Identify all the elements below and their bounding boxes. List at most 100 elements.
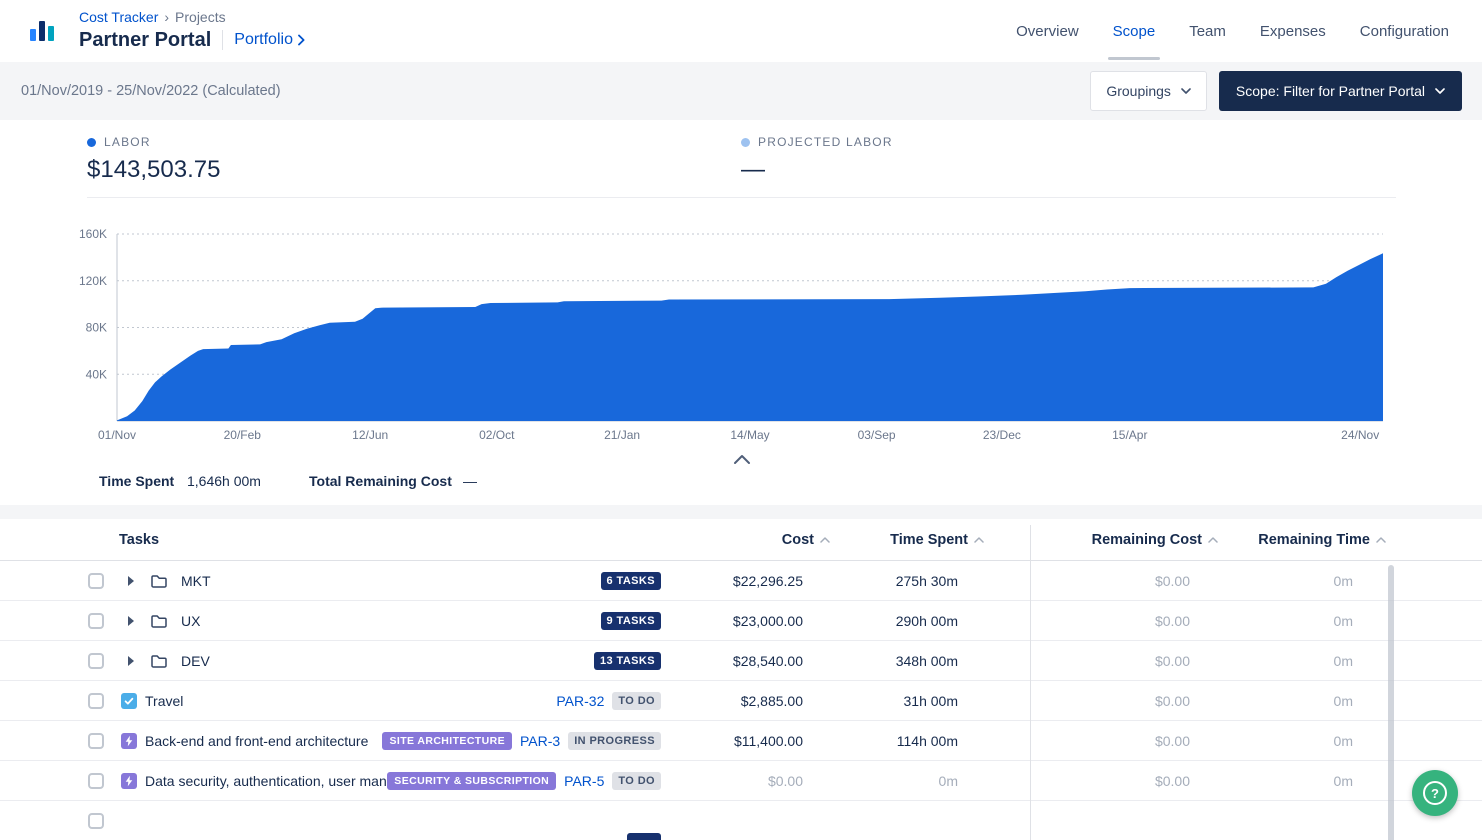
svg-text:01/Nov: 01/Nov — [98, 428, 136, 442]
table-row[interactable]: UX 9 TASKS $23,000.00 290h 00m $0.00 0m — [0, 601, 1482, 641]
total-remaining-cost-label: Total Remaining Cost — [309, 473, 452, 489]
svg-text:160K: 160K — [79, 227, 107, 241]
svg-text:12/Jun: 12/Jun — [352, 428, 388, 442]
remaining-cost-cell: $0.00 — [1155, 653, 1190, 669]
svg-text:14/May: 14/May — [730, 428, 769, 442]
time-spent-cell: 0m — [939, 773, 958, 789]
row-checkbox[interactable] — [88, 613, 104, 629]
task-name[interactable]: Travel — [145, 693, 183, 709]
nav-tab-team[interactable]: Team — [1189, 0, 1226, 62]
svg-text:02/Oct: 02/Oct — [479, 428, 515, 442]
time-spent-cell: 290h 00m — [896, 613, 958, 629]
cost-cell: $28,540.00 — [733, 653, 803, 669]
column-header-remaining-time[interactable]: Remaining Time — [1258, 532, 1386, 548]
column-divider — [1030, 525, 1031, 840]
scope-filter-button[interactable]: Scope: Filter for Partner Portal — [1219, 71, 1462, 111]
folder-icon — [150, 613, 168, 629]
expand-caret-icon[interactable] — [128, 656, 134, 666]
task-name[interactable]: Back-end and front-end architecture — [145, 733, 368, 749]
svg-text:120K: 120K — [79, 274, 107, 288]
nav-tab-expenses[interactable]: Expenses — [1260, 0, 1326, 62]
table-row[interactable]: DEV 13 TASKS $28,540.00 348h 00m $0.00 0… — [0, 641, 1482, 681]
legend-labor[interactable]: LABOR $143,503.75 — [87, 135, 220, 184]
remaining-time-cell: 0m — [1334, 693, 1353, 709]
page-title: Partner Portal — [79, 28, 211, 52]
projected-labor-legend-label: PROJECTED LABOR — [758, 135, 893, 149]
svg-text:21/Jan: 21/Jan — [604, 428, 640, 442]
time-spent-cell: 275h 30m — [896, 573, 958, 589]
cost-area-chart[interactable]: 40K80K120K160K01/Nov20/Feb12/Jun02/Oct21… — [0, 220, 1482, 450]
help-button[interactable]: ? — [1412, 770, 1458, 816]
groupings-button[interactable]: Groupings — [1090, 71, 1207, 111]
remaining-cost-cell: $0.00 — [1155, 613, 1190, 629]
sort-caret-icon — [820, 537, 830, 543]
svg-text:15/Apr: 15/Apr — [1112, 428, 1147, 442]
table-row[interactable]: Travel PAR-32 TO DO $2,885.00 31h 00m $0… — [0, 681, 1482, 721]
row-checkbox[interactable] — [88, 773, 104, 789]
row-checkbox[interactable] — [88, 693, 104, 709]
labor-legend-label: LABOR — [104, 135, 151, 149]
nav-tab-configuration[interactable]: Configuration — [1360, 0, 1449, 62]
breadcrumb-separator: › — [164, 9, 169, 25]
sort-caret-icon — [974, 537, 984, 543]
sort-caret-icon — [1208, 537, 1218, 543]
table-row[interactable]: Back-end and front-end architecture SITE… — [0, 721, 1482, 761]
nav-tab-scope[interactable]: Scope — [1113, 0, 1156, 62]
legend-projected-labor[interactable]: PROJECTED LABOR — — [741, 135, 893, 184]
column-header-cost[interactable]: Cost — [782, 532, 830, 548]
sort-caret-icon — [1376, 537, 1386, 543]
top-navigation: Overview Scope Team Expenses Configurati… — [1016, 0, 1449, 62]
remaining-cost-cell: $0.00 — [1155, 693, 1190, 709]
collapse-chart-chevron-icon[interactable] — [727, 451, 757, 467]
issue-key-link[interactable]: PAR-3 — [520, 733, 560, 749]
task-count-badge — [627, 833, 661, 840]
cost-cell: $0.00 — [768, 773, 803, 789]
groupings-button-label: Groupings — [1106, 83, 1171, 99]
label-badge: SECURITY & SUBSCRIPTION — [387, 772, 556, 790]
column-header-remaining-cost[interactable]: Remaining Cost — [1092, 532, 1218, 548]
svg-text:23/Dec: 23/Dec — [983, 428, 1021, 442]
row-meta: SITE ARCHITECTURE PAR-3 IN PROGRESS — [382, 732, 661, 750]
task-name[interactable]: Data security, authentication, user man.… — [145, 773, 398, 789]
label-badge: SITE ARCHITECTURE — [382, 732, 512, 750]
column-header-time-spent-label: Time Spent — [890, 532, 968, 548]
folder-icon — [150, 653, 168, 669]
row-checkbox[interactable] — [88, 653, 104, 669]
vertical-scrollbar[interactable] — [1388, 565, 1394, 840]
expand-caret-icon[interactable] — [128, 616, 134, 626]
chevron-right-icon — [298, 34, 305, 46]
check-icon — [123, 695, 135, 707]
table-row[interactable]: MKT 6 TASKS $22,296.25 275h 30m $0.00 0m — [0, 561, 1482, 601]
portfolio-link[interactable]: Portfolio — [234, 31, 305, 49]
table-row[interactable] — [0, 801, 1482, 840]
issue-type-icon — [121, 773, 137, 789]
expand-caret-icon[interactable] — [128, 576, 134, 586]
nav-tab-overview[interactable]: Overview — [1016, 0, 1079, 62]
task-name[interactable]: UX — [181, 613, 200, 629]
time-spent-cell: 31h 00m — [904, 693, 958, 709]
task-name[interactable]: MKT — [181, 573, 211, 589]
time-spent-label: Time Spent — [99, 473, 174, 489]
row-checkbox[interactable] — [88, 573, 104, 589]
app-logo-icon — [27, 15, 57, 45]
remaining-time-cell: 0m — [1334, 733, 1353, 749]
labor-dot-icon — [87, 138, 96, 147]
breadcrumb-section[interactable]: Projects — [175, 9, 226, 25]
table-row[interactable]: Data security, authentication, user man.… — [0, 761, 1482, 801]
title-block: Cost Tracker › Projects Partner Portal P… — [79, 9, 305, 52]
issue-key-link[interactable]: PAR-32 — [556, 693, 604, 709]
row-checkbox[interactable] — [88, 733, 104, 749]
row-meta: SECURITY & SUBSCRIPTION PAR-5 TO DO — [387, 772, 661, 790]
column-header-remaining-time-label: Remaining Time — [1258, 532, 1370, 548]
chevron-down-icon — [1181, 88, 1191, 94]
row-checkbox[interactable] — [88, 813, 104, 829]
time-spent-cell: 348h 00m — [896, 653, 958, 669]
issue-key-link[interactable]: PAR-5 — [564, 773, 604, 789]
scope-filter-button-label: Scope: Filter for Partner Portal — [1236, 83, 1425, 99]
column-header-time-spent[interactable]: Time Spent — [890, 532, 984, 548]
row-meta: 13 TASKS — [594, 652, 661, 670]
row-meta: 6 TASKS — [601, 572, 661, 590]
task-name[interactable]: DEV — [181, 653, 210, 669]
breadcrumb-app-link[interactable]: Cost Tracker — [79, 9, 158, 25]
date-range-label: 01/Nov/2019 - 25/Nov/2022 (Calculated) — [21, 83, 281, 99]
